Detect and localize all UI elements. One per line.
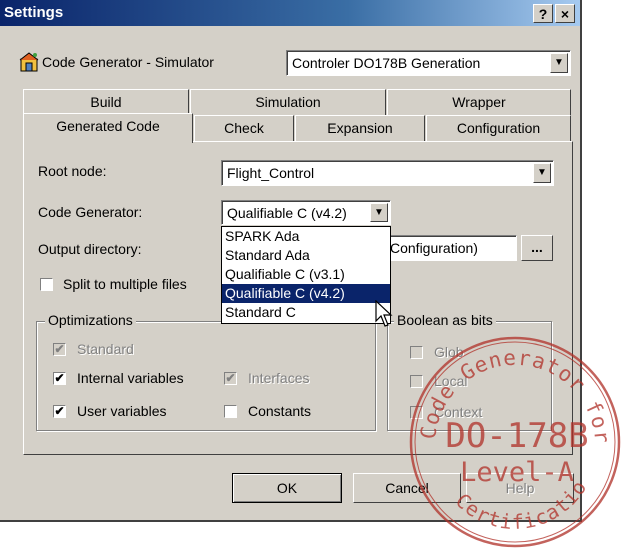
certification-stamp: Code Generator for DO-178B Level-A Certi… [398, 311, 623, 548]
config-select-value: Controler DO178B Generation [292, 55, 481, 71]
dropdown-option[interactable]: Standard Ada [222, 246, 390, 265]
tab-configuration[interactable]: Configuration [426, 115, 571, 141]
output-directory-label: Output directory: [38, 241, 142, 257]
interfaces-label: Interfaces [248, 370, 310, 386]
dropdown-option[interactable]: SPARK Ada [222, 227, 390, 246]
chevron-down-icon[interactable]: ▼ [370, 203, 388, 222]
optimizations-title: Optimizations [45, 312, 136, 328]
root-node-label: Root node: [38, 163, 107, 179]
split-label: Split to multiple files [63, 276, 187, 292]
chevron-down-icon[interactable]: ▼ [533, 163, 551, 183]
browse-button[interactable]: ... [521, 235, 553, 261]
internal-variables-checkbox[interactable]: ✔ [53, 372, 66, 385]
stamp-line2: Level-A [460, 457, 574, 488]
output-directory-value: Configuration) [390, 240, 478, 256]
dropdown-option[interactable]: Qualifiable C (v3.1) [222, 265, 390, 284]
tab-build[interactable]: Build [23, 89, 189, 115]
root-node-value: Flight_Control [227, 165, 315, 181]
code-generator-value: Qualifiable C (v4.2) [227, 205, 347, 221]
root-node-select[interactable]: Flight_Control ▼ [221, 160, 554, 186]
mouse-cursor-icon [375, 299, 393, 331]
tab-expansion[interactable]: Expansion [295, 115, 425, 141]
interfaces-checkbox[interactable]: ✔ [224, 372, 237, 385]
ok-button[interactable]: OK [232, 473, 342, 503]
constants-label: Constants [248, 403, 312, 419]
standard-label: Standard [77, 341, 134, 357]
config-select[interactable]: Controler DO178B Generation ▼ [286, 50, 571, 76]
chevron-down-icon[interactable]: ▼ [550, 53, 568, 73]
code-generator-select[interactable]: Qualifiable C (v4.2) ▼ [221, 200, 391, 225]
boolean-title: Boolean as bits [394, 312, 496, 328]
dropdown-option[interactable]: Standard C [222, 303, 390, 322]
tab-wrapper[interactable]: Wrapper [387, 89, 571, 115]
code-generator-dropdown: SPARK Ada Standard Ada Qualifiable C (v3… [221, 226, 391, 324]
tab-generated-code[interactable]: Generated Code [23, 113, 193, 143]
code-generator-label: Code Generator: [38, 204, 143, 220]
product-name: Code Generator - Simulator [42, 54, 214, 70]
stamp-line1: DO-178B [445, 416, 588, 456]
constants-checkbox[interactable] [224, 405, 237, 418]
dropdown-option-selected[interactable]: Qualifiable C (v4.2) [222, 284, 390, 303]
tab-simulation[interactable]: Simulation [190, 89, 386, 115]
window-title: Settings [4, 4, 64, 21]
title-bar [0, 0, 580, 26]
user-variables-label: User variables [77, 403, 167, 419]
app-icon [18, 52, 40, 72]
split-checkbox[interactable] [40, 278, 53, 291]
standard-checkbox[interactable]: ✔ [53, 343, 66, 356]
help-button[interactable]: ? [533, 4, 553, 23]
internal-variables-label: Internal variables [77, 370, 184, 386]
user-variables-checkbox[interactable]: ✔ [53, 405, 66, 418]
close-button[interactable]: × [555, 4, 575, 23]
tab-check[interactable]: Check [194, 115, 294, 141]
